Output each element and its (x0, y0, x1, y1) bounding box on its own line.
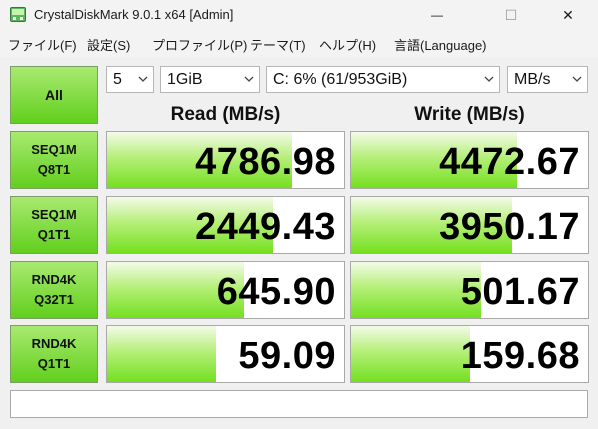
write-result-rnd4k-q1t1: 159.68 (350, 325, 589, 383)
read-value: 645.90 (216, 271, 336, 313)
test-count-select[interactable]: 5 (106, 66, 154, 93)
write-result-seq1m-q8t1: 4472.67 (350, 131, 589, 189)
close-button[interactable]: ✕ (545, 0, 591, 30)
window-title: CrystalDiskMark 9.0.1 x64 [Admin] (34, 7, 234, 22)
read-result-rnd4k-q1t1: 59.09 (106, 325, 345, 383)
menu-help[interactable]: ヘルプ(H) (319, 35, 376, 54)
minimize-button[interactable]: — (414, 0, 460, 30)
write-value: 4472.67 (439, 141, 580, 183)
menu-profile[interactable]: プロファイル(P) (152, 35, 247, 54)
read-result-seq1m-q8t1: 4786.98 (106, 131, 345, 189)
test-name: SEQ1M (31, 142, 77, 157)
drive-select[interactable]: C: 6% (61/953GiB) (266, 66, 500, 93)
chevron-down-icon (484, 76, 494, 82)
test-params: Q1T1 (37, 356, 71, 371)
read-value: 2449.43 (195, 206, 336, 248)
test-params: Q8T1 (37, 162, 71, 177)
test-name: SEQ1M (31, 207, 77, 222)
test-size-select[interactable]: 1GiB (160, 66, 260, 93)
comment-input[interactable] (10, 390, 588, 418)
test-name: RND4K (31, 336, 77, 351)
test-name: RND4K (31, 272, 77, 287)
maximize-button[interactable]: ☐ (488, 0, 534, 30)
test-button-seq1m-q1t1[interactable]: SEQ1M Q1T1 (10, 196, 98, 254)
write-value: 501.67 (460, 271, 580, 313)
read-result-seq1m-q1t1: 2449.43 (106, 196, 345, 254)
write-value: 159.68 (460, 335, 580, 377)
all-button[interactable]: All (10, 66, 98, 124)
test-params: Q32T1 (34, 292, 74, 307)
unit-value: MB/s (514, 71, 551, 88)
chevron-down-icon (244, 76, 254, 82)
write-bar (351, 326, 470, 382)
read-value: 59.09 (238, 335, 336, 377)
unit-select[interactable]: MB/s (507, 66, 588, 93)
test-params: Q1T1 (37, 227, 71, 242)
title-bar[interactable]: CrystalDiskMark 9.0.1 x64 [Admin] — ☐ ✕ (0, 0, 598, 30)
menu-bar: ファイル(F) 設定(S) プロファイル(P) テーマ(T) ヘルプ(H) 言語… (0, 31, 598, 55)
minimize-icon: — (431, 8, 443, 22)
crystaldiskmark-icon (10, 7, 26, 22)
read-column-header: Read (MB/s) (170, 104, 281, 125)
read-result-rnd4k-q32t1: 645.90 (106, 261, 345, 319)
write-value: 3950.17 (439, 206, 580, 248)
test-button-rnd4k-q1t1[interactable]: RND4K Q1T1 (10, 325, 98, 383)
read-value: 4786.98 (195, 141, 336, 183)
chevron-down-icon (138, 76, 148, 82)
maximize-icon: ☐ (504, 6, 518, 23)
test-count-value: 5 (113, 71, 122, 88)
menu-theme[interactable]: テーマ(T) (250, 35, 306, 54)
write-result-rnd4k-q32t1: 501.67 (350, 261, 589, 319)
close-icon: ✕ (562, 6, 574, 23)
test-button-seq1m-q8t1[interactable]: SEQ1M Q8T1 (10, 131, 98, 189)
write-column-header: Write (MB/s) (414, 104, 525, 125)
read-bar (107, 326, 217, 382)
write-result-seq1m-q1t1: 3950.17 (350, 196, 589, 254)
drive-value: C: 6% (61/953GiB) (273, 71, 408, 88)
menu-file[interactable]: ファイル(F) (8, 35, 77, 54)
test-size-value: 1GiB (167, 71, 203, 88)
chevron-down-icon (572, 76, 582, 82)
menu-settings[interactable]: 設定(S) (87, 35, 130, 54)
menu-language[interactable]: 言語(Language) (394, 35, 487, 54)
test-button-rnd4k-q32t1[interactable]: RND4K Q32T1 (10, 261, 98, 319)
